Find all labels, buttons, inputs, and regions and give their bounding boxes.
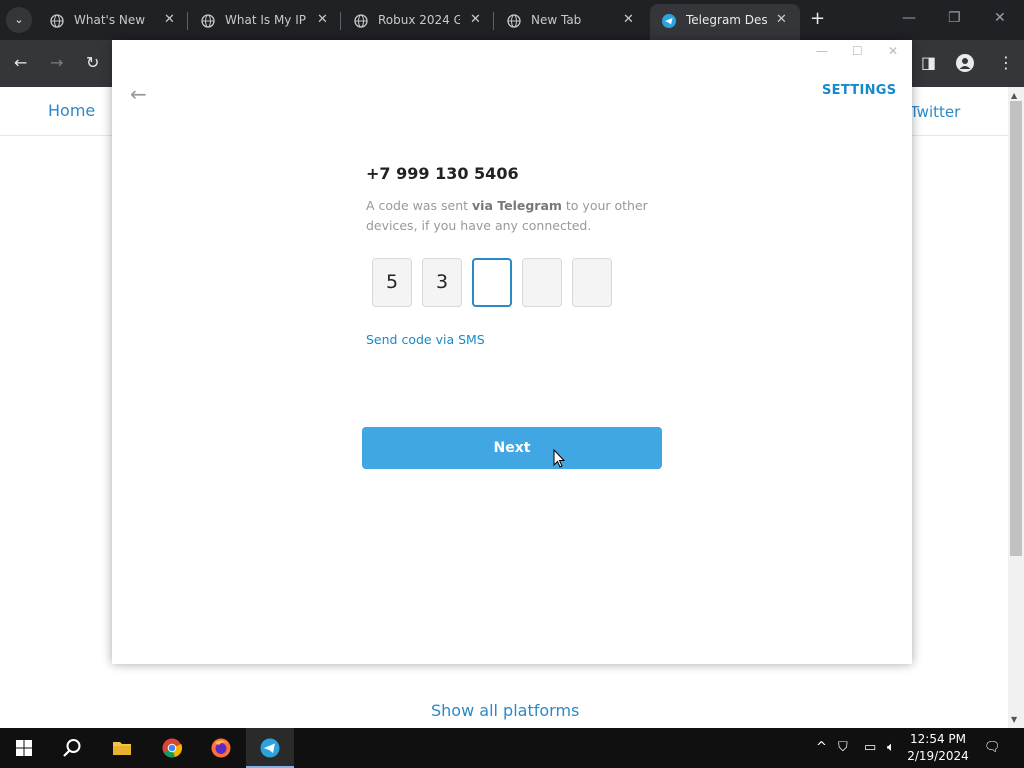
tab-search-chevron-icon[interactable]: ⌄: [6, 7, 32, 33]
taskbar-clock[interactable]: 12:54 PM 2/19/2024: [906, 731, 970, 765]
tab-close-icon[interactable]: ✕: [164, 12, 175, 27]
scroll-up-arrow-icon[interactable]: ▲: [1011, 91, 1017, 100]
tab-close-icon[interactable]: ✕: [623, 12, 634, 27]
profile-avatar-icon[interactable]: [956, 54, 974, 72]
tab-close-icon[interactable]: ✕: [470, 12, 481, 27]
tab-close-icon[interactable]: ✕: [776, 12, 787, 27]
taskbar-file-explorer[interactable]: [98, 728, 146, 768]
network-icon[interactable]: ▭: [864, 740, 876, 755]
windows-logo-icon: [16, 740, 32, 756]
nav-home-link[interactable]: Home: [48, 101, 95, 120]
tab-title: What's New: [74, 13, 146, 27]
scroll-thumb[interactable]: [1010, 101, 1022, 556]
show-all-platforms-link[interactable]: Show all platforms: [431, 701, 579, 720]
folder-icon: [113, 742, 131, 755]
close-window-icon[interactable]: ✕: [994, 10, 1006, 26]
windows-taskbar: ^ ⛉ ▭ 🔈︎ 12:54 PM 2/19/2024 🗨︎: [0, 728, 1024, 768]
telegram-icon: [662, 14, 676, 28]
taskbar-search-button[interactable]: [48, 728, 96, 768]
tg-minimize-icon[interactable]: —: [816, 44, 828, 58]
more-menu-icon[interactable]: ⋮: [998, 53, 1014, 72]
restore-icon[interactable]: ❐: [948, 10, 961, 26]
browser-tab[interactable]: What Is My IP A ✕: [189, 4, 341, 40]
tab-separator: [340, 12, 341, 30]
volume-muted-icon[interactable]: 🔈︎: [887, 740, 895, 755]
code-digit-input-focused[interactable]: [472, 258, 512, 307]
desc-bold: via Telegram: [472, 198, 562, 213]
settings-button[interactable]: SETTINGS: [822, 83, 896, 98]
back-arrow-icon[interactable]: ←: [130, 82, 147, 106]
tray-security-icon[interactable]: ⛉: [838, 740, 848, 755]
tab-title: What Is My IP A: [225, 13, 307, 27]
desc-prefix: A code was sent: [366, 198, 473, 213]
mouse-cursor-icon: [553, 449, 566, 468]
side-panel-icon[interactable]: ◨: [921, 53, 936, 72]
taskbar-chrome[interactable]: [148, 728, 196, 768]
tab-title: Robux 2024 Ge: [378, 13, 460, 27]
globe-icon: [354, 14, 368, 28]
tab-separator: [187, 12, 188, 30]
tg-maximize-icon[interactable]: ☐: [852, 44, 863, 58]
start-button[interactable]: [0, 728, 48, 768]
globe-icon: [201, 14, 215, 28]
globe-icon: [507, 14, 521, 28]
firefox-icon: [211, 738, 231, 758]
telegram-icon: [260, 738, 280, 758]
browser-tab-strip: ⌄ What's New ✕ What Is My IP A ✕ Robux 2…: [0, 0, 1024, 40]
chrome-icon: [162, 738, 182, 758]
browser-tab[interactable]: What's New ✕: [38, 4, 188, 40]
code-digit-input[interactable]: [572, 258, 612, 307]
new-tab-plus-icon[interactable]: +: [810, 8, 825, 29]
taskbar-telegram[interactable]: [246, 728, 294, 768]
globe-icon: [50, 14, 64, 28]
scroll-down-arrow-icon[interactable]: ▼: [1011, 715, 1017, 724]
next-button[interactable]: Next: [362, 427, 662, 469]
browser-tab[interactable]: New Tab ✕: [495, 4, 647, 40]
telegram-window: — ☐ ✕ ← SETTINGS +7 999 130 5406 A code …: [112, 40, 912, 664]
code-digit-input[interactable]: 3: [422, 258, 462, 307]
clock-date: 2/19/2024: [907, 749, 969, 763]
forward-arrow-icon[interactable]: →: [50, 53, 63, 72]
tray-chevron-up-icon[interactable]: ^: [816, 740, 827, 755]
search-icon: [63, 739, 81, 757]
code-sent-description: A code was sent via Telegram to your oth…: [366, 196, 656, 236]
tab-title: Telegram Deskt: [686, 13, 768, 27]
code-digit-input[interactable]: [522, 258, 562, 307]
reload-icon[interactable]: ↻: [86, 53, 99, 72]
phone-number: +7 999 130 5406: [366, 164, 519, 183]
send-code-via-sms-link[interactable]: Send code via SMS: [366, 332, 485, 347]
taskbar-firefox[interactable]: [197, 728, 245, 768]
tab-close-icon[interactable]: ✕: [317, 12, 328, 27]
telegram-titlebar: — ☐ ✕: [112, 40, 912, 64]
clock-time: 12:54 PM: [910, 732, 966, 746]
tg-close-icon[interactable]: ✕: [888, 44, 898, 58]
back-arrow-icon[interactable]: ←: [14, 53, 27, 72]
code-digit-input[interactable]: 5: [372, 258, 412, 307]
tab-separator: [493, 12, 494, 30]
page-scrollbar[interactable]: ▲ ▼: [1008, 87, 1024, 728]
browser-tab[interactable]: Robux 2024 Ge ✕: [342, 4, 494, 40]
nav-twitter-link[interactable]: Twitter: [910, 103, 960, 121]
minimize-icon[interactable]: —: [902, 10, 916, 26]
browser-tab-active[interactable]: Telegram Deskt ✕: [650, 4, 800, 40]
tab-title: New Tab: [531, 13, 582, 27]
notification-icon[interactable]: 🗨︎: [984, 740, 1001, 755]
